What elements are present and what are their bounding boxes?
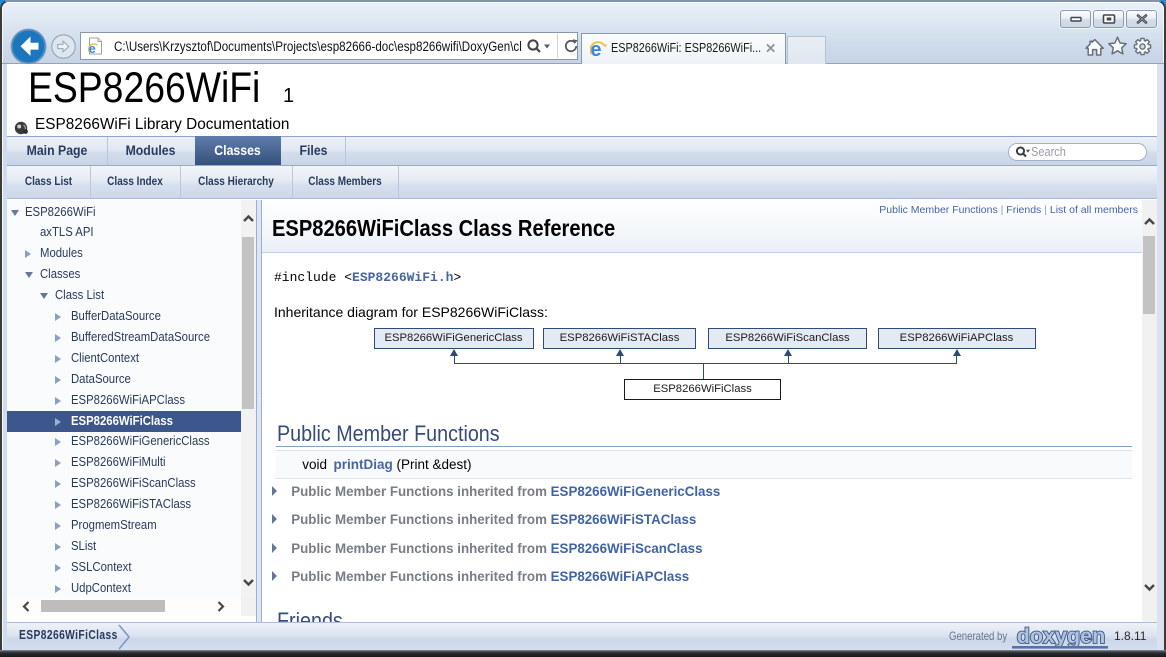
svg-text:e: e [590, 41, 601, 58]
svg-text:doxygen: doxygen [1017, 625, 1105, 648]
